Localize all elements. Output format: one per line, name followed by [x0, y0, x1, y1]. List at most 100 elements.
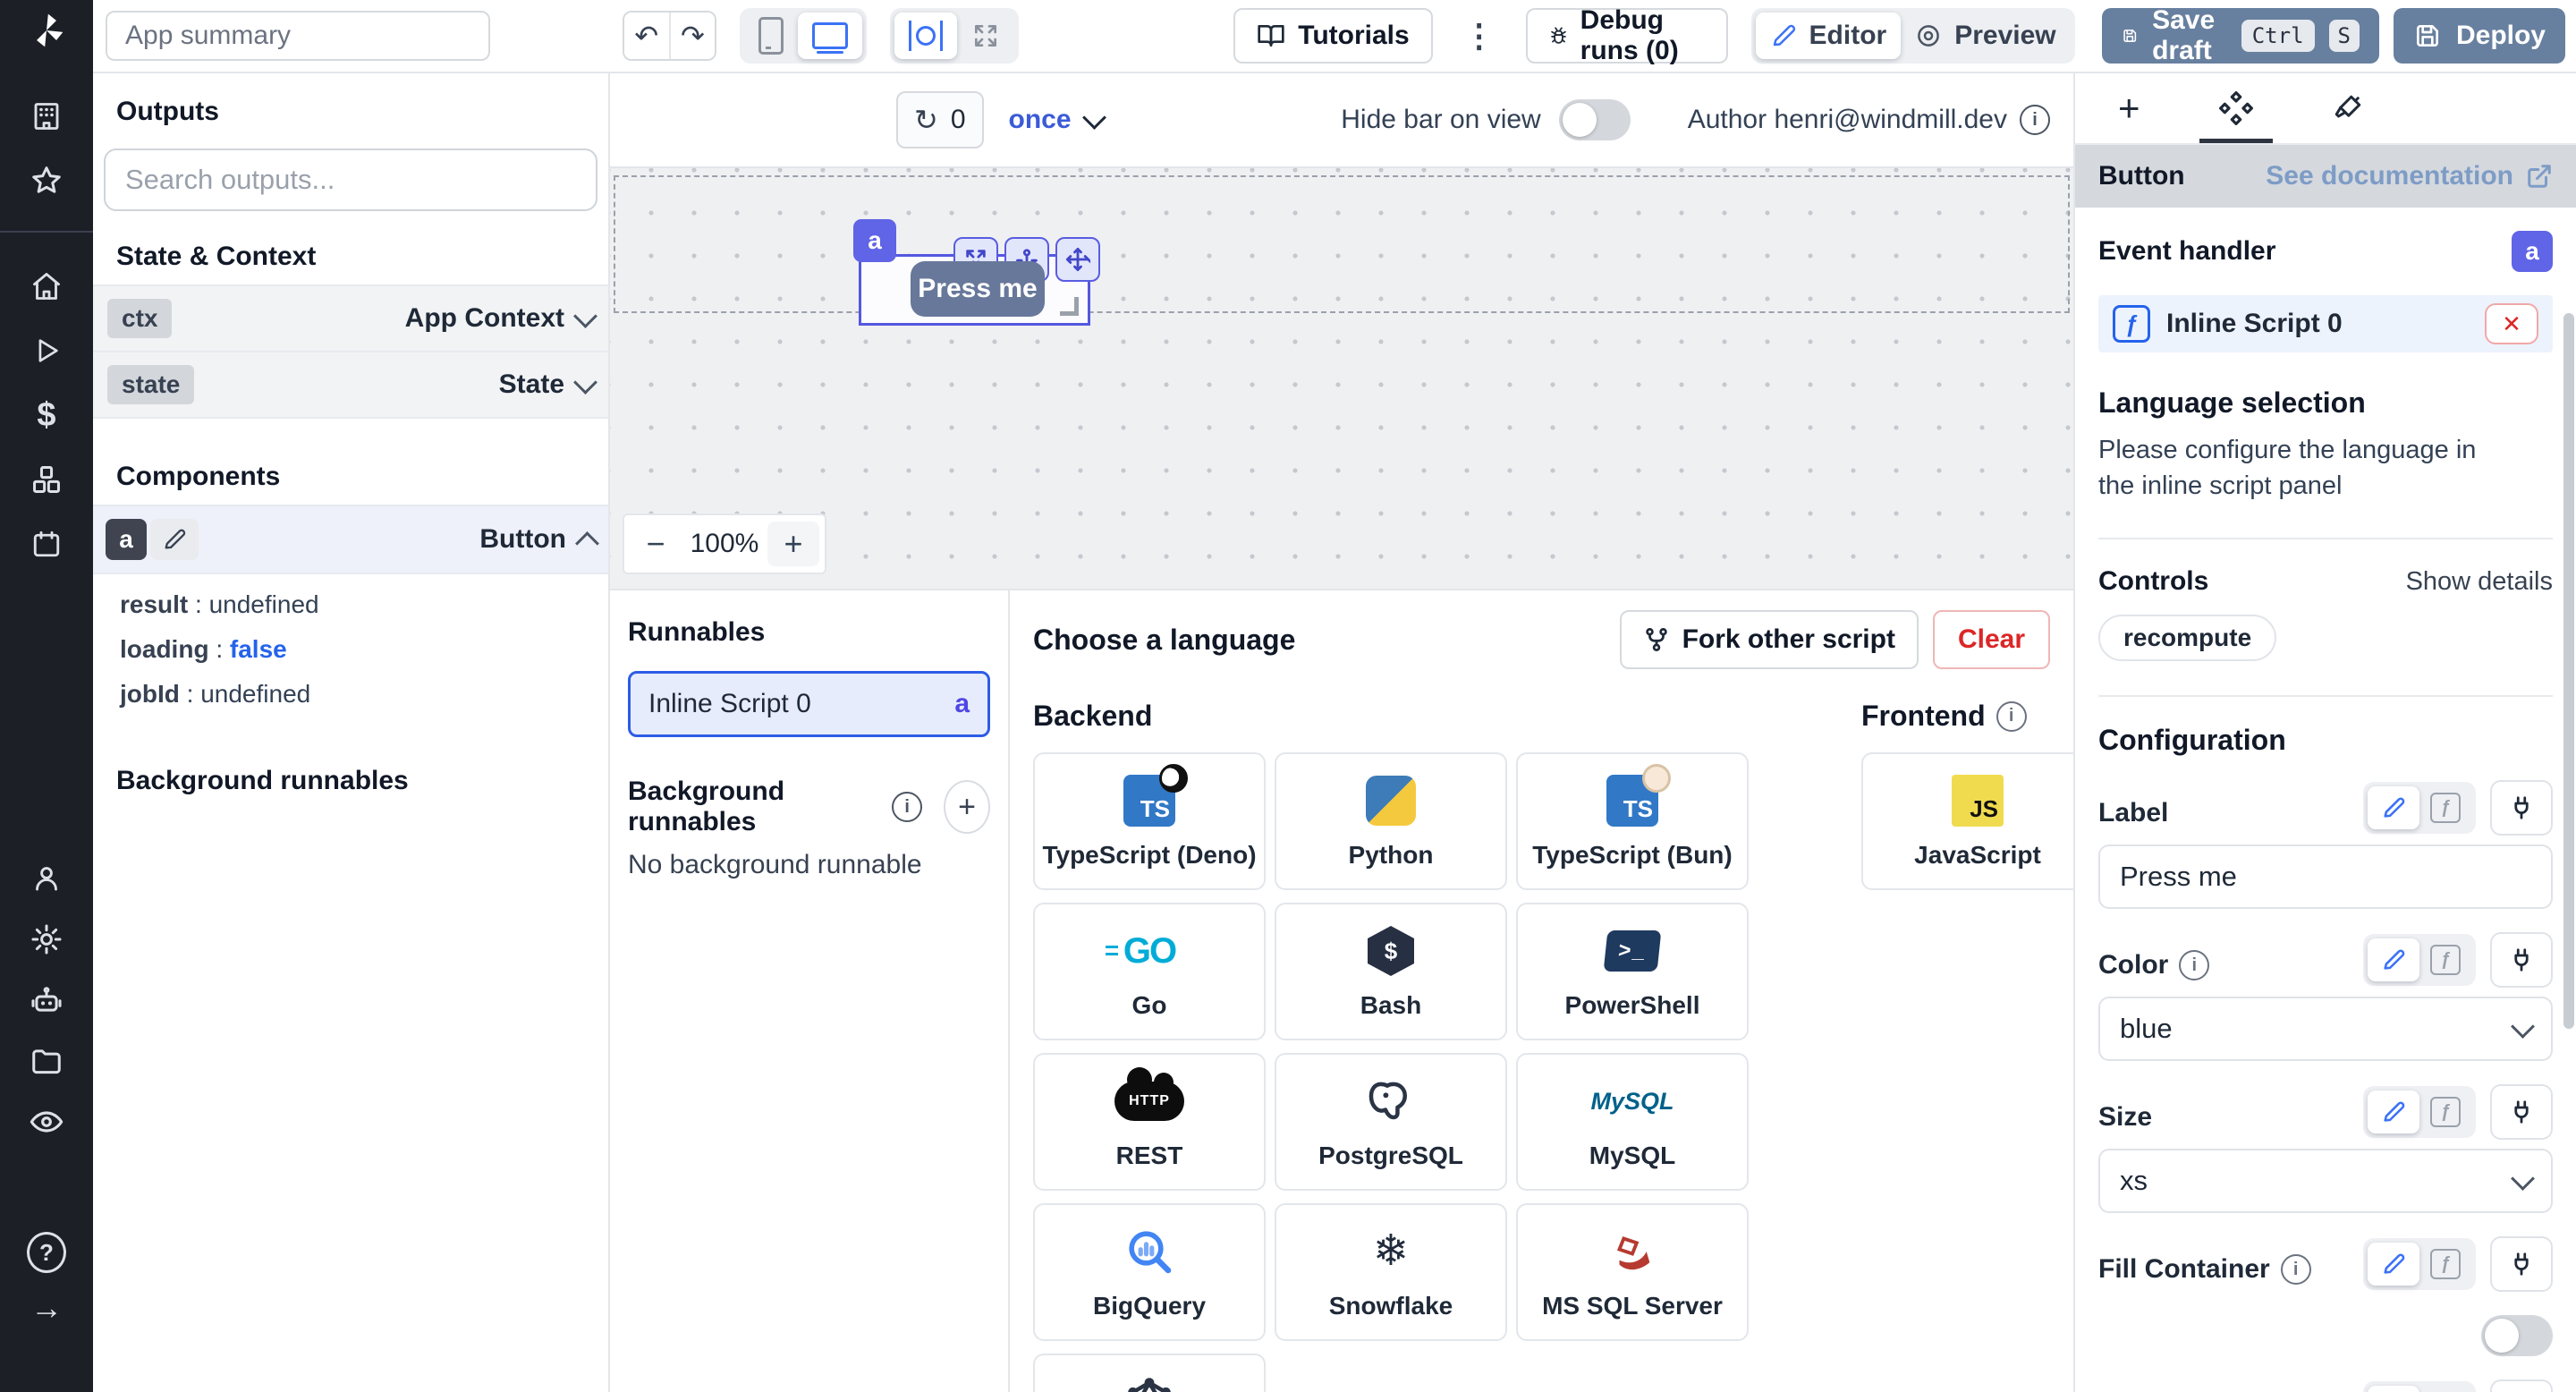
- output-prop-loading[interactable]: loading : false: [120, 635, 608, 664]
- centered-layout-button[interactable]: [894, 13, 957, 59]
- static-mode-button[interactable]: [2368, 938, 2419, 981]
- info-icon[interactable]: i: [2179, 950, 2209, 980]
- collapse-arrow-icon[interactable]: →: [27, 1288, 66, 1328]
- tab-insert-component[interactable]: +: [2111, 73, 2148, 143]
- language-card-powershell[interactable]: >_ PowerShell: [1516, 903, 1749, 1040]
- add-background-runnable-button[interactable]: +: [944, 780, 990, 834]
- robot-icon[interactable]: [27, 980, 66, 1020]
- remove-script-button[interactable]: ✕: [2485, 303, 2538, 344]
- deploy-button[interactable]: Deploy: [2394, 8, 2565, 64]
- language-card-snowflake[interactable]: ❄ Snowflake: [1275, 1203, 1507, 1341]
- redo-button[interactable]: ↷: [669, 13, 716, 59]
- show-details-link[interactable]: Show details: [2406, 567, 2553, 597]
- app-canvas[interactable]: a Press me −: [610, 168, 2073, 589]
- component-row-button[interactable]: a Button: [93, 505, 608, 574]
- event-inline-script-row[interactable]: ƒ Inline Script 0 ✕: [2098, 295, 2553, 352]
- calendar-icon[interactable]: [27, 524, 66, 564]
- move-handle[interactable]: [1055, 237, 1100, 282]
- hide-bar-toggle[interactable]: [1559, 99, 1631, 140]
- connect-input-button[interactable]: [2490, 1379, 2553, 1392]
- output-prop-jobid[interactable]: jobId : undefined: [120, 680, 608, 709]
- static-mode-button[interactable]: [2368, 1386, 2419, 1392]
- folder-icon[interactable]: [27, 1041, 66, 1081]
- undo-button[interactable]: ↶: [624, 13, 669, 59]
- preview-tab[interactable]: Preview: [1901, 13, 2070, 59]
- tutorials-button[interactable]: Tutorials: [1233, 8, 1432, 64]
- connect-input-button[interactable]: [2490, 932, 2553, 988]
- refresh-count-button[interactable]: ↻ 0: [896, 91, 984, 149]
- ctx-row[interactable]: ctx App Context: [93, 284, 608, 352]
- expression-mode-button[interactable]: ƒ: [2419, 1386, 2471, 1392]
- editor-tab[interactable]: Editor: [1756, 13, 1902, 59]
- chevron-down-icon[interactable]: [573, 304, 597, 328]
- gear-icon[interactable]: [27, 920, 66, 959]
- expression-mode-button[interactable]: ƒ: [2419, 1091, 2471, 1133]
- language-card-mssql[interactable]: MS SQL Server: [1516, 1203, 1749, 1341]
- recompute-chip[interactable]: recompute: [2098, 615, 2276, 661]
- user-icon[interactable]: [27, 859, 66, 898]
- run-mode-dropdown[interactable]: once: [1009, 105, 1103, 135]
- language-card-mysql[interactable]: MySQL MySQL: [1516, 1053, 1749, 1191]
- language-card-postgresql[interactable]: PostgreSQL: [1275, 1053, 1507, 1191]
- language-card-bash[interactable]: $ Bash: [1275, 903, 1507, 1040]
- help-icon[interactable]: ?: [27, 1233, 66, 1272]
- more-menu-button[interactable]: ⋮: [1463, 17, 1496, 55]
- color-select[interactable]: blue: [2098, 997, 2553, 1061]
- info-icon[interactable]: i: [2281, 1254, 2311, 1285]
- state-row[interactable]: state State: [93, 352, 608, 419]
- save-draft-button[interactable]: Save draft Ctrl S: [2102, 8, 2379, 64]
- building-icon[interactable]: [27, 97, 66, 136]
- connect-input-button[interactable]: [2490, 780, 2553, 836]
- resize-handle[interactable]: [1060, 297, 1079, 316]
- fullwidth-layout-button[interactable]: [957, 13, 1014, 59]
- language-card-typescript-bun[interactable]: TS TypeScript (Bun): [1516, 752, 1749, 890]
- runnable-item-inline-script-0[interactable]: Inline Script 0 a: [628, 671, 990, 737]
- fill-container-toggle[interactable]: [2481, 1315, 2553, 1356]
- chevron-down-icon[interactable]: [573, 370, 597, 395]
- tab-styling[interactable]: [2325, 73, 2371, 143]
- output-prop-result[interactable]: result : undefined: [120, 590, 608, 619]
- static-mode-button[interactable]: [2368, 1091, 2419, 1133]
- eye-icon[interactable]: [27, 1102, 66, 1142]
- chevron-up-icon[interactable]: [575, 531, 599, 556]
- fork-other-script-button[interactable]: Fork other script: [1620, 610, 1919, 669]
- label-value-input[interactable]: [2098, 845, 2553, 909]
- selected-button-component[interactable]: a Press me: [859, 254, 1090, 326]
- windmill-logo-icon[interactable]: [27, 11, 66, 50]
- home-icon[interactable]: [27, 267, 66, 306]
- scrollbar-thumb[interactable]: [2563, 313, 2574, 1029]
- connect-input-button[interactable]: [2490, 1084, 2553, 1140]
- desktop-view-button[interactable]: [798, 13, 862, 59]
- language-card-go[interactable]: GO Go: [1033, 903, 1266, 1040]
- info-icon[interactable]: i: [892, 792, 922, 822]
- tab-component-settings[interactable]: [2212, 73, 2260, 143]
- star-icon[interactable]: [27, 161, 66, 200]
- mobile-view-button[interactable]: [744, 13, 798, 59]
- debug-runs-button[interactable]: Debug runs (0): [1526, 8, 1728, 64]
- zoom-in-button[interactable]: +: [767, 522, 819, 566]
- app-summary-input[interactable]: [106, 11, 490, 61]
- static-mode-button[interactable]: [2368, 786, 2419, 829]
- static-mode-button[interactable]: [2368, 1243, 2419, 1286]
- language-card-python[interactable]: Python: [1275, 752, 1507, 890]
- expression-mode-button[interactable]: ƒ: [2419, 938, 2471, 981]
- zoom-out-button[interactable]: −: [630, 522, 682, 566]
- play-icon[interactable]: [27, 331, 66, 370]
- info-icon[interactable]: i: [1996, 701, 2027, 732]
- size-select[interactable]: xs: [2098, 1149, 2553, 1213]
- clear-button[interactable]: Clear: [1933, 610, 2050, 669]
- language-card-javascript[interactable]: JS JavaScript: [1861, 752, 2073, 890]
- info-icon[interactable]: i: [2020, 105, 2050, 135]
- search-outputs-input[interactable]: [104, 149, 597, 211]
- expression-mode-button[interactable]: ƒ: [2419, 1243, 2471, 1286]
- see-documentation-link[interactable]: See documentation: [2266, 161, 2553, 191]
- language-card-rest[interactable]: HTTP REST: [1033, 1053, 1266, 1191]
- rename-component-button[interactable]: [150, 519, 199, 560]
- language-card-bigquery[interactable]: BigQuery: [1033, 1203, 1266, 1341]
- expression-mode-button[interactable]: ƒ: [2419, 786, 2471, 829]
- connect-input-button[interactable]: [2490, 1236, 2553, 1292]
- cubes-icon[interactable]: [27, 460, 66, 499]
- press-me-button[interactable]: Press me: [911, 261, 1045, 317]
- language-card-typescript-deno[interactable]: TS TypeScript (Deno): [1033, 752, 1266, 890]
- language-card-graphql[interactable]: GraphQL: [1033, 1354, 1266, 1392]
